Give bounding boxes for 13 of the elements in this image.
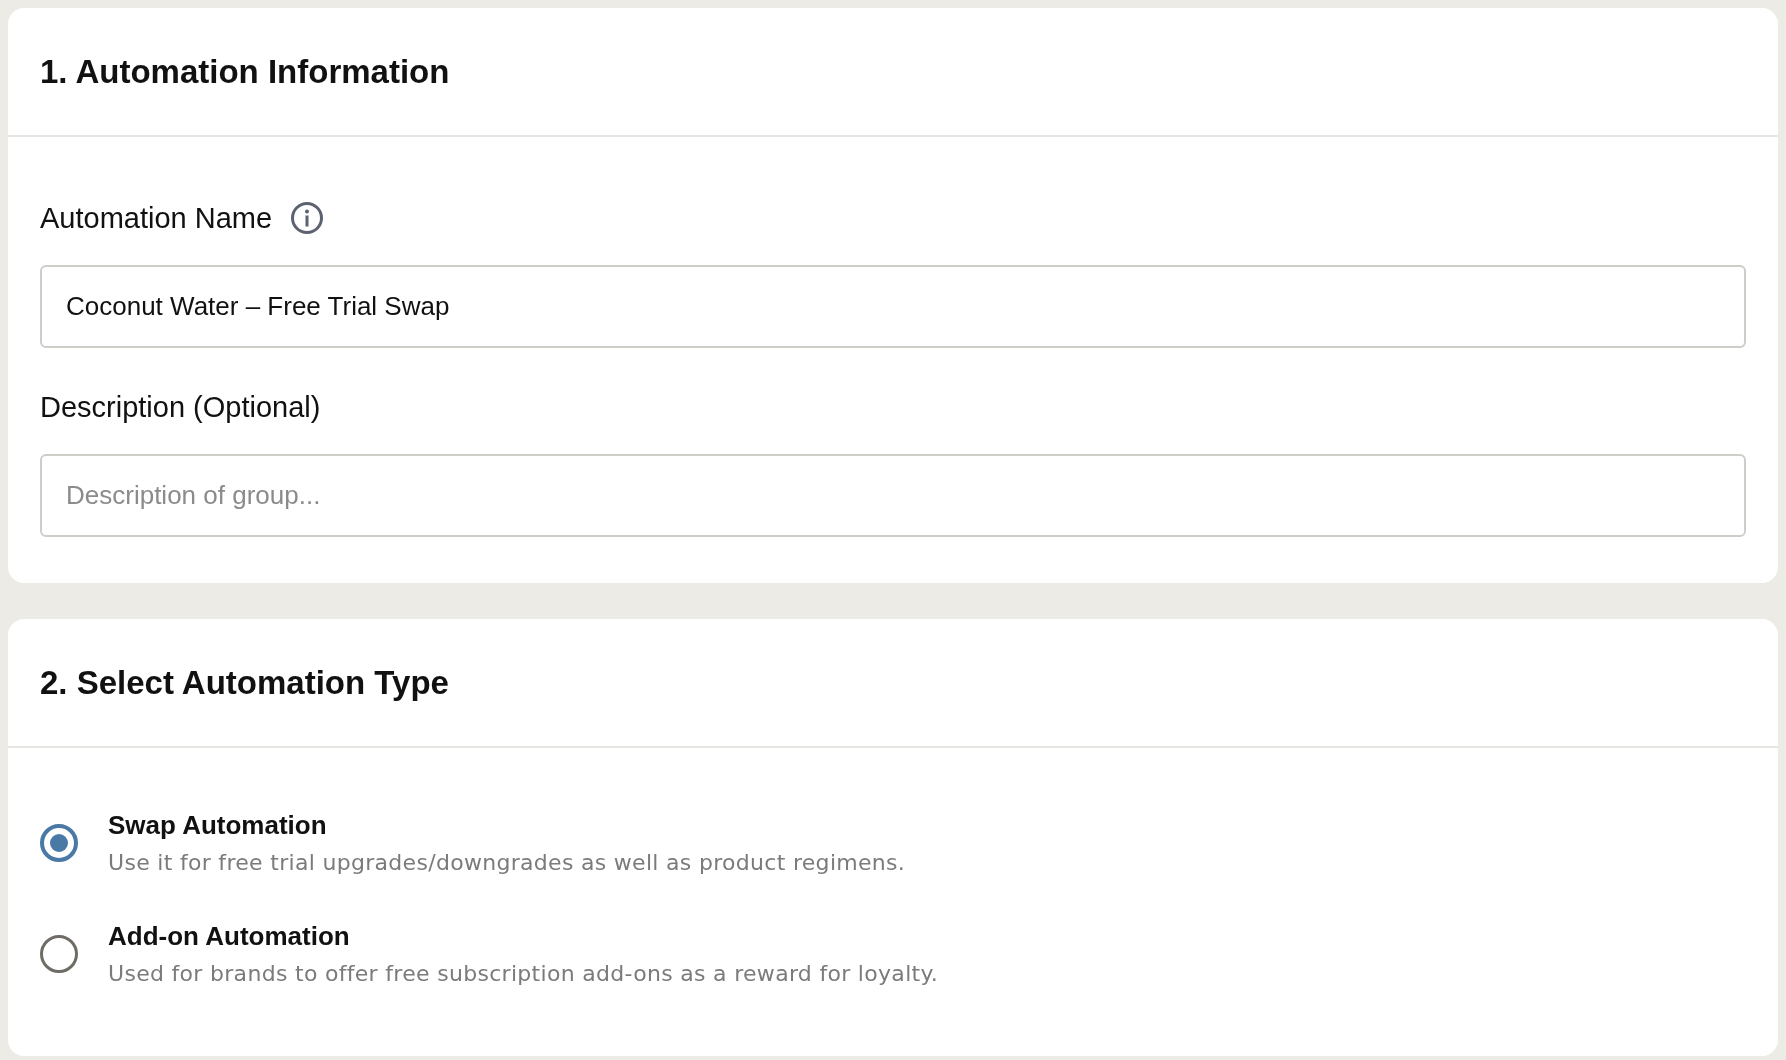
radio-button[interactable] (40, 935, 78, 973)
field-label: Description (Optional) (40, 390, 321, 424)
section-title: 2. Select Automation Type (40, 663, 449, 702)
option-description: Use it for free trial upgrades/downgrades as well as product regimens. (108, 850, 906, 875)
info-icon[interactable] (290, 201, 325, 235)
text-field[interactable]: Coconut Water – Free Trial Swap (40, 265, 1746, 348)
option-description: Used for brands to offer free subscription add-ons as a reward for loyalty. (108, 961, 938, 986)
section-title: 1. Automation Information (40, 52, 450, 91)
option-title: Swap Automation (108, 809, 328, 842)
field-label: Automation Name (40, 201, 273, 235)
option-title: Add-on Automation (108, 920, 351, 953)
text-field[interactable]: Description of group... (40, 454, 1746, 537)
radio-button[interactable] (40, 824, 78, 862)
